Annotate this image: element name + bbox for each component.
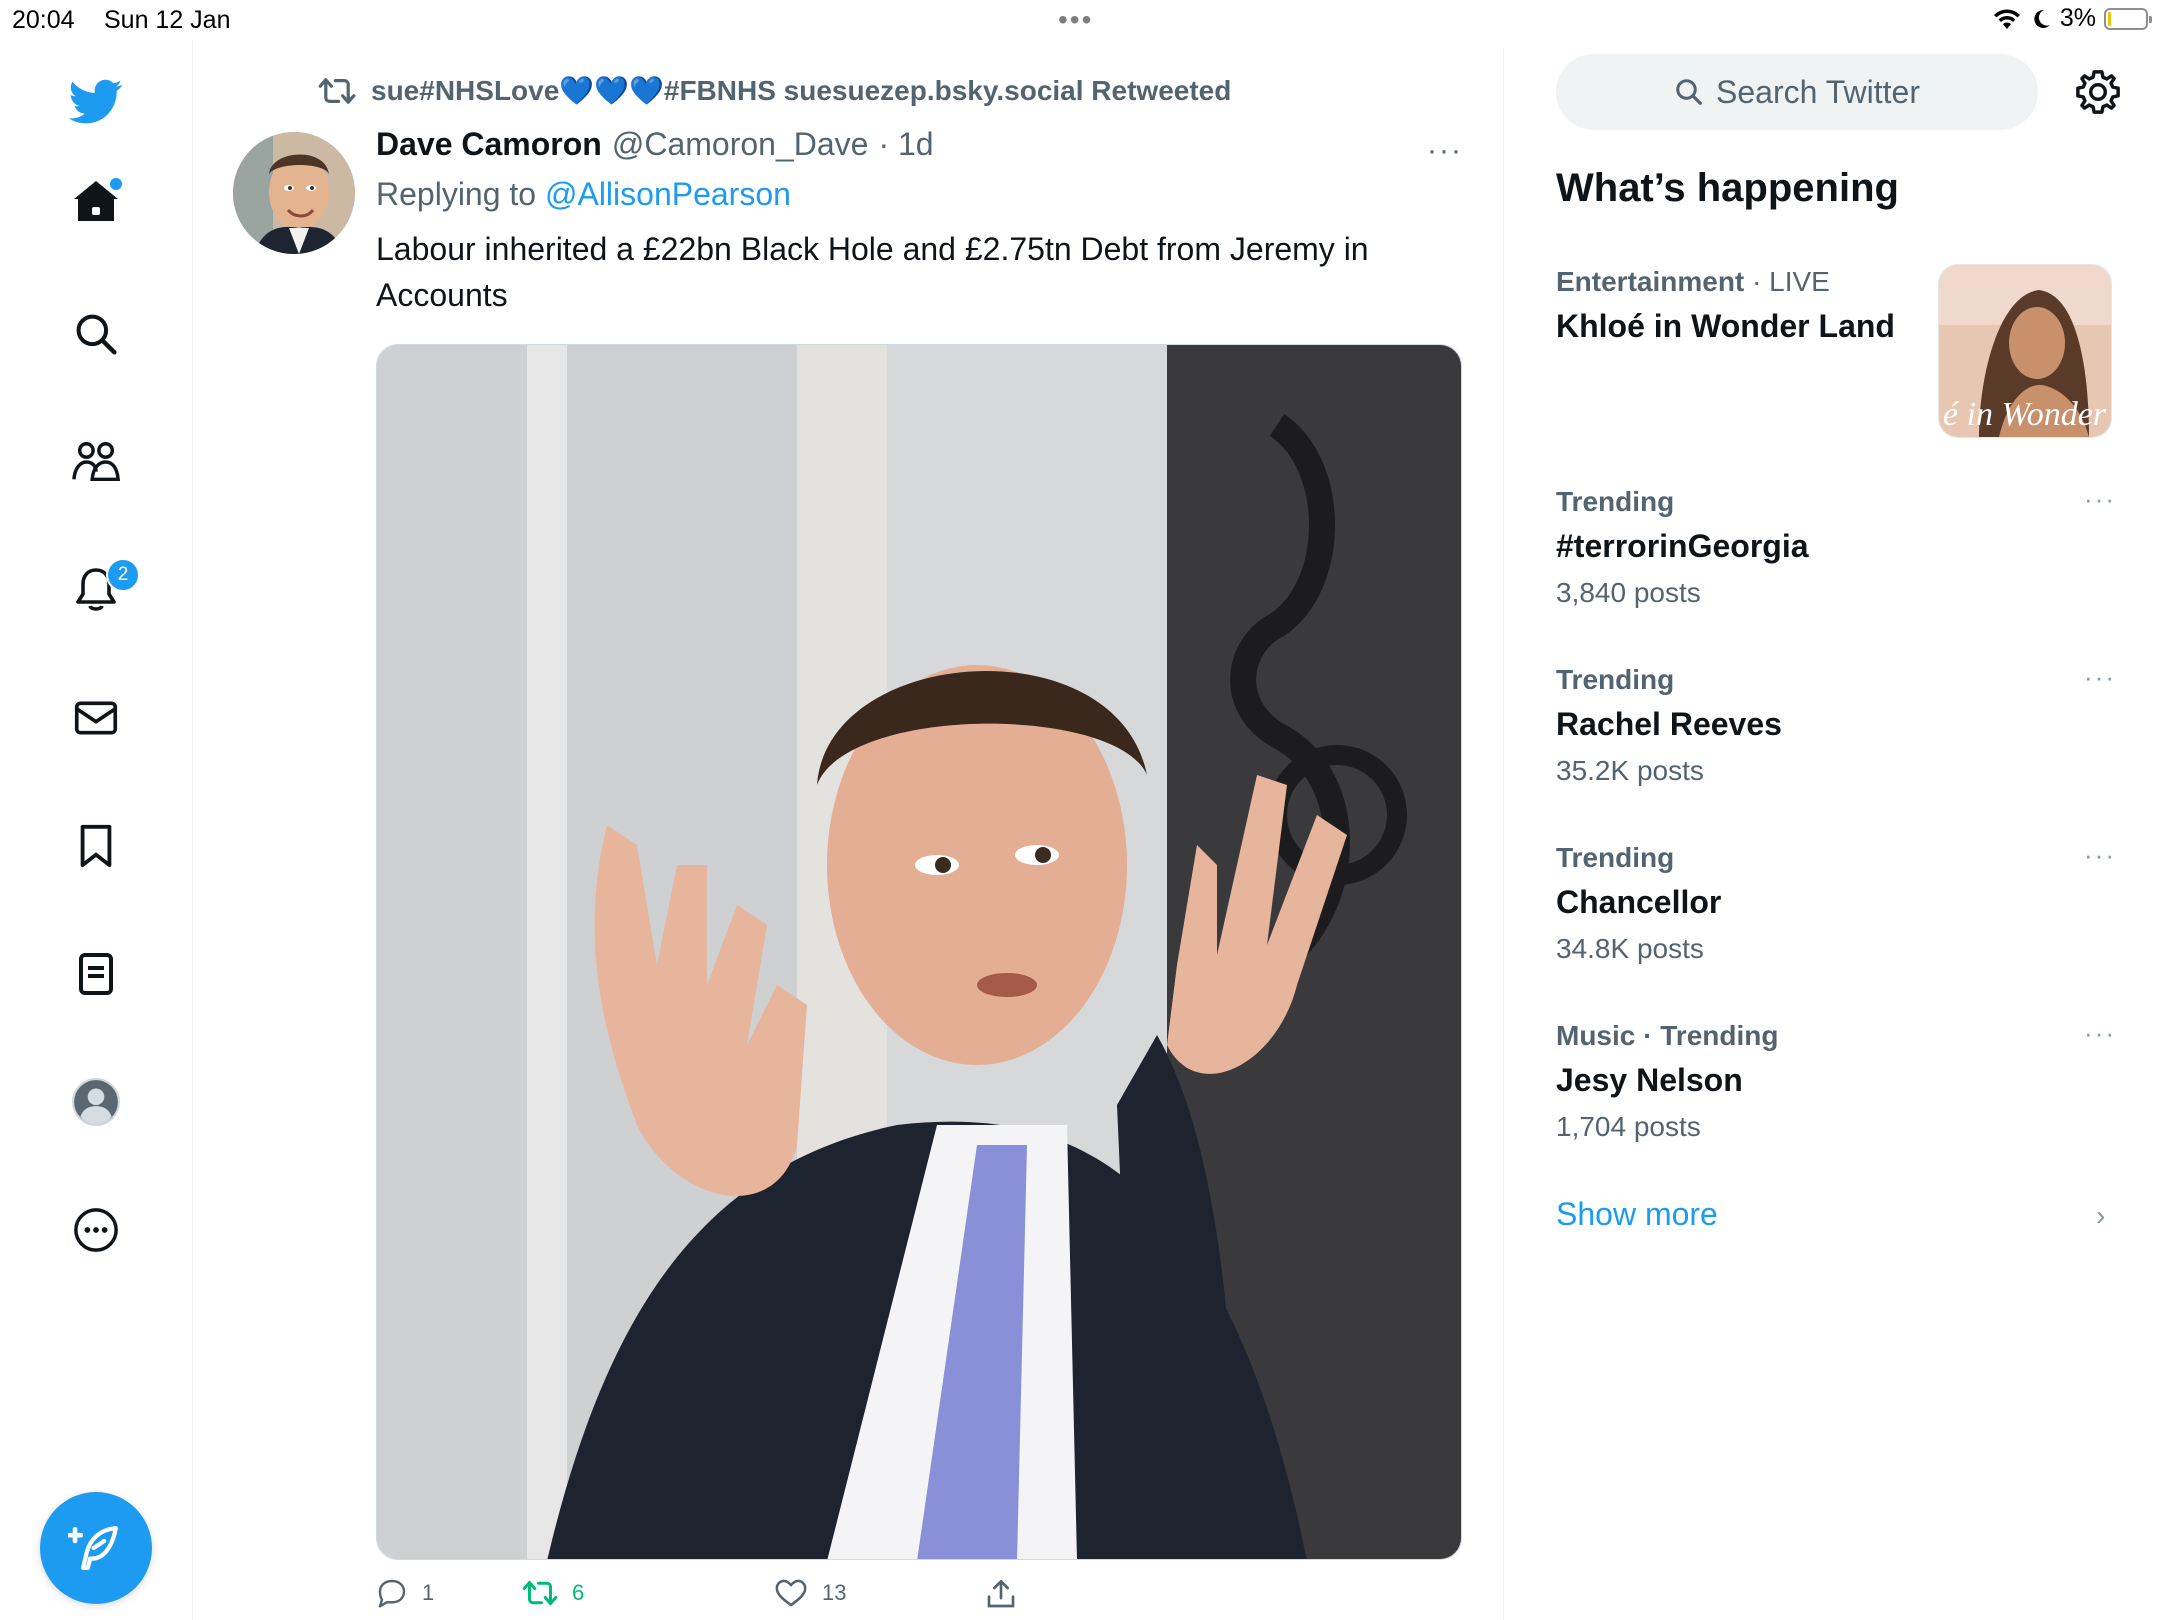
author-avatar[interactable] xyxy=(233,132,355,254)
retweet-icon xyxy=(318,77,356,104)
replying-prefix: Replying to xyxy=(376,176,537,212)
trend-title: Rachel Reeves xyxy=(1556,706,1782,742)
timeline-column: sue#NHSLove💙💙💙#FBNHS suesuezep.bsky.soci… xyxy=(193,48,1504,1620)
retweet-count: 6 xyxy=(572,1580,585,1605)
tweet-text: Labour inherited a £22bn Black Hole and … xyxy=(376,231,1369,313)
retweet-button[interactable]: 6 xyxy=(522,1578,584,1608)
trend-title: Chancellor xyxy=(1556,884,1722,920)
status-date: Sun 12 Jan xyxy=(104,6,231,34)
replying-to: Replying to @AllisonPearson xyxy=(376,176,791,213)
right-sidebar: Search Twitter What’s happening Entertai… xyxy=(1504,40,2160,1620)
trend-meta: Trending xyxy=(1556,842,1675,873)
profile-avatar-icon[interactable] xyxy=(64,1070,128,1134)
home-icon[interactable] xyxy=(64,170,128,234)
tweet-time[interactable]: · 1d xyxy=(878,126,933,163)
left-navigation: 2 xyxy=(0,40,193,1620)
trend-post-count: 34.8K posts xyxy=(1556,933,1704,964)
reply-button[interactable]: 1 xyxy=(376,1578,434,1608)
trend-post-count: 1,704 posts xyxy=(1556,1111,1701,1142)
communities-icon[interactable] xyxy=(64,430,128,494)
chevron-right-icon: › xyxy=(2096,1200,2106,1231)
trend-item[interactable]: Trending #terrorinGeorgia 3,840 posts xyxy=(1556,486,2116,609)
share-icon xyxy=(987,1580,1015,1608)
trend-meta: Music · Trending xyxy=(1556,1020,1779,1051)
search-icon xyxy=(1676,79,1702,105)
trend-more-button[interactable]: ··· xyxy=(2084,1018,2116,1049)
whats-happening-heading: What’s happening xyxy=(1556,166,1899,210)
search-input[interactable]: Search Twitter xyxy=(1556,54,2038,130)
trend-meta: Trending xyxy=(1556,486,1675,517)
trend-thumbnail-caption: é in Wonder L xyxy=(1943,396,2111,433)
replying-to-link[interactable]: @AllisonPearson xyxy=(545,176,791,212)
live-label: LIVE xyxy=(1769,266,1830,297)
heart-icon xyxy=(775,1579,807,1607)
reply-count: 1 xyxy=(422,1580,435,1605)
trend-item[interactable]: Music · Trending Jesy Nelson 1,704 posts xyxy=(1556,1020,2116,1143)
lists-icon[interactable] xyxy=(64,942,128,1006)
notifications-bell-icon[interactable]: 2 xyxy=(64,558,140,622)
author-name[interactable]: Dave Camoron xyxy=(376,126,602,163)
home-unread-dot xyxy=(110,178,122,190)
compose-tweet-button[interactable] xyxy=(40,1492,152,1604)
trend-more-button[interactable]: ··· xyxy=(2084,840,2116,871)
trend-more-button[interactable]: ··· xyxy=(2084,484,2116,515)
wifi-icon xyxy=(1993,8,2020,29)
moon-icon xyxy=(2034,9,2050,28)
trend-title: #terrorinGeorgia xyxy=(1556,528,1809,564)
settings-gear-icon[interactable] xyxy=(2070,64,2126,120)
share-button[interactable] xyxy=(986,1578,1016,1610)
like-button[interactable]: 13 xyxy=(774,1578,846,1608)
battery-percent: 3% xyxy=(2059,4,2096,32)
tweet-header: Dave Camoron @Camoron_Dave · 1d xyxy=(376,126,934,163)
author-handle[interactable]: @Camoron_Dave xyxy=(612,126,869,163)
battery-icon xyxy=(2104,7,2152,30)
trend-post-count: 3,840 posts xyxy=(1556,577,1701,608)
show-more-link[interactable]: Show more xyxy=(1556,1196,1718,1233)
compose-feather-icon xyxy=(68,1526,118,1570)
status-bar: 20:04 Sun 12 Jan ••• 3% xyxy=(0,0,2160,40)
trend-post-count: 35.2K posts xyxy=(1556,755,1704,786)
retweeted-by-text: sue#NHSLove💙💙💙#FBNHS suesuezep.bsky.soci… xyxy=(371,75,1232,106)
more-options-icon[interactable] xyxy=(64,1198,128,1262)
retweet-action-icon xyxy=(522,1581,558,1605)
multitask-dots[interactable]: ••• xyxy=(1058,4,1093,36)
notifications-badge: 2 xyxy=(106,558,140,592)
trend-meta: Trending xyxy=(1556,664,1675,695)
messages-envelope-icon[interactable] xyxy=(64,686,128,750)
retweeted-by-line[interactable]: sue#NHSLove💙💙💙#FBNHS suesuezep.bsky.soci… xyxy=(317,74,1231,107)
bookmarks-icon[interactable] xyxy=(64,814,128,878)
trend-thumbnail[interactable]: é in Wonder L xyxy=(1938,264,2112,438)
trend-item[interactable]: Trending Chancellor 34.8K posts xyxy=(1556,842,2116,965)
status-right: 3% xyxy=(1992,4,2152,33)
reply-icon xyxy=(378,1579,406,1608)
tweet-photo[interactable] xyxy=(376,344,1462,1560)
trend-title: Jesy Nelson xyxy=(1556,1062,1743,1098)
status-time: 20:04 xyxy=(12,6,75,34)
trend-item[interactable]: Trending Rachel Reeves 35.2K posts xyxy=(1556,664,2116,787)
like-count: 13 xyxy=(822,1580,847,1605)
trend-more-button[interactable]: ··· xyxy=(2084,662,2116,693)
search-placeholder: Search Twitter xyxy=(1716,73,1920,110)
tweet-actions: 1 6 13 xyxy=(376,1578,1462,1618)
tweet-more-button[interactable]: ··· xyxy=(1427,134,1463,168)
explore-search-icon[interactable] xyxy=(64,302,128,366)
twitter-logo-icon[interactable] xyxy=(64,70,128,134)
